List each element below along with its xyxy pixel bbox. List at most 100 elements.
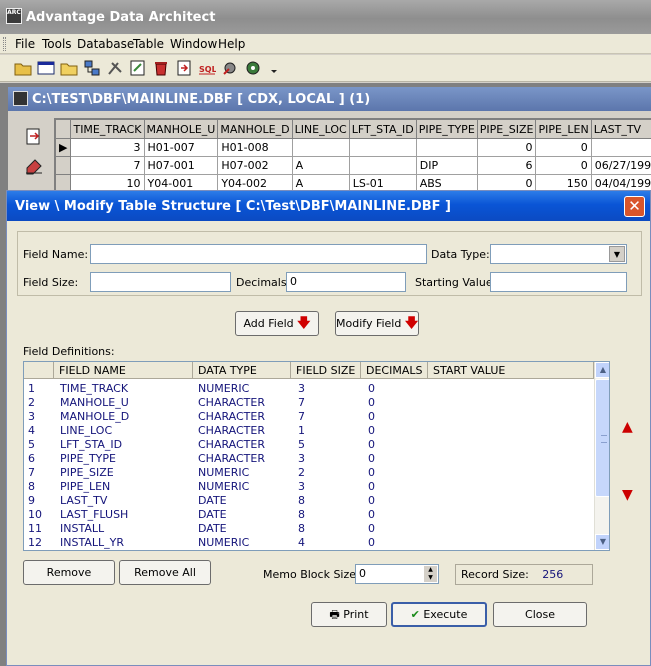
list-header-field-name[interactable]: FIELD NAME xyxy=(54,362,193,379)
import-icon[interactable] xyxy=(175,59,193,77)
grid-cell[interactable] xyxy=(291,138,350,157)
open-folder-icon[interactable] xyxy=(14,59,32,77)
memo-block-size-spinner[interactable]: 0 ▲ ▼ xyxy=(355,564,439,584)
field-name-cell: PIPE_TYPE xyxy=(60,452,116,465)
starting-value-input[interactable] xyxy=(490,272,627,292)
grid-col-header[interactable]: LAST_TV xyxy=(590,119,651,139)
grid-export-icon[interactable] xyxy=(23,126,45,148)
scroll-down-icon[interactable]: ▼ xyxy=(595,534,609,550)
field-name-input[interactable] xyxy=(90,244,427,264)
menu-database[interactable]: Database xyxy=(77,37,134,51)
menu-help[interactable]: Help xyxy=(218,37,245,51)
menu-tools[interactable]: Tools xyxy=(42,37,72,51)
field-definition-row[interactable]: 7 PIPE_SIZE NUMERIC 2 0 xyxy=(24,466,594,480)
list-header-start-value[interactable]: START VALUE xyxy=(428,362,594,379)
field-definition-row[interactable]: 10 LAST_FLUSH DATE 8 0 xyxy=(24,508,594,522)
folder-icon[interactable] xyxy=(60,59,78,77)
options-icon[interactable] xyxy=(244,59,262,77)
grid-col-header[interactable]: PIPE_TYPE xyxy=(415,119,478,139)
table-window-icon[interactable] xyxy=(37,59,55,77)
grid-row[interactable]: ▶ 3 H01-007 H01-008 0 0 xyxy=(55,138,651,157)
grid-col-header[interactable]: LFT_STA_ID xyxy=(348,119,417,139)
execute-button[interactable]: ✔ Execute xyxy=(391,602,487,627)
field-decimals-cell: 0 xyxy=(368,522,375,535)
grid-row[interactable]: 7 H07-001 H07-002 A DIP 6 0 06/27/199 xyxy=(55,156,651,175)
list-vertical-scrollbar[interactable]: ▲ ▼ xyxy=(594,362,609,550)
field-definition-row[interactable]: 6 PIPE_TYPE CHARACTER 3 0 xyxy=(24,452,594,466)
grid-cell[interactable]: 7 xyxy=(70,156,145,175)
data-type-select[interactable]: ▼ xyxy=(490,244,627,264)
menu-window[interactable]: Window xyxy=(170,37,217,51)
network-icon[interactable] xyxy=(83,59,101,77)
utility-icon[interactable] xyxy=(221,59,239,77)
field-size-input[interactable] xyxy=(90,272,231,292)
tools-icon[interactable] xyxy=(106,59,124,77)
data-grid-table: TIME_TRACK MANHOLE_U MANHOLE_D LINE_LOC … xyxy=(55,119,651,193)
remove-all-button[interactable]: Remove All xyxy=(119,560,211,585)
move-field-down-icon[interactable]: ▼ xyxy=(622,487,633,503)
field-definitions-list[interactable]: FIELD NAME DATA TYPE FIELD SIZE DECIMALS… xyxy=(23,361,610,551)
field-definition-row[interactable]: 11 INSTALL DATE 8 0 xyxy=(24,522,594,536)
move-field-up-icon[interactable]: ▲ xyxy=(622,419,633,435)
menu-file[interactable]: File xyxy=(15,37,35,51)
child-window-title: C:\TEST\DBF\MAINLINE.DBF [ CDX, LOCAL ] … xyxy=(32,92,371,107)
grid-cell[interactable]: H01-008 xyxy=(217,138,293,157)
grid-cell[interactable]: 06/27/199 xyxy=(590,156,651,175)
chevron-down-icon[interactable]: ▼ xyxy=(609,246,625,262)
grid-cell[interactable]: H07-002 xyxy=(217,156,293,175)
modify-field-label: Modify Field xyxy=(336,317,402,330)
field-no-cell: 3 xyxy=(28,410,35,423)
print-button[interactable]: 🖶 Print xyxy=(311,602,387,627)
dialog-close-icon[interactable]: ✕ xyxy=(624,196,645,217)
grid-cell[interactable] xyxy=(348,156,417,175)
list-header-data-type[interactable]: DATA TYPE xyxy=(193,362,291,379)
field-size-cell: 3 xyxy=(298,452,305,465)
field-size-cell: 3 xyxy=(298,480,305,493)
delete-icon[interactable] xyxy=(152,59,170,77)
toolbar-dropdown-icon[interactable] xyxy=(265,59,277,77)
grid-col-header[interactable]: PIPE_SIZE xyxy=(476,119,537,139)
grid-cell[interactable] xyxy=(415,138,478,157)
modify-field-button[interactable]: Modify Field 🡇 xyxy=(335,311,419,336)
grid-cell[interactable]: H01-007 xyxy=(143,138,219,157)
modify-structure-dialog: View \ Modify Table Structure [ C:\Test\… xyxy=(6,190,651,666)
field-definition-row[interactable]: 1 TIME_TRACK NUMERIC 3 0 xyxy=(24,382,594,396)
grid-cell[interactable]: 3 xyxy=(70,138,145,157)
field-definition-row[interactable]: 9 LAST_TV DATE 8 0 xyxy=(24,494,594,508)
grid-col-header[interactable]: MANHOLE_D xyxy=(217,119,293,139)
field-definition-row[interactable]: 2 MANHOLE_U CHARACTER 7 0 xyxy=(24,396,594,410)
field-definition-row[interactable]: 5 LFT_STA_ID CHARACTER 5 0 xyxy=(24,438,594,452)
grid-eraser-icon[interactable] xyxy=(23,154,45,176)
edit-document-icon[interactable] xyxy=(129,59,147,77)
sql-icon[interactable]: SQL xyxy=(198,59,216,77)
add-field-label: Add Field xyxy=(243,317,294,330)
field-definition-row[interactable]: 12 INSTALL_YR NUMERIC 4 0 xyxy=(24,536,594,550)
close-button[interactable]: Close xyxy=(493,602,587,627)
grid-cell[interactable] xyxy=(590,138,651,157)
grid-cell[interactable] xyxy=(348,138,417,157)
grid-cell[interactable]: DIP xyxy=(415,156,478,175)
grid-cell[interactable]: 0 xyxy=(535,156,592,175)
field-definition-row[interactable]: 4 LINE_LOC CHARACTER 1 0 xyxy=(24,424,594,438)
grid-cell[interactable]: 0 xyxy=(535,138,592,157)
grid-cell[interactable]: A xyxy=(291,156,350,175)
scroll-thumb[interactable] xyxy=(595,379,609,497)
field-definition-row[interactable]: 8 PIPE_LEN NUMERIC 3 0 xyxy=(24,480,594,494)
grid-col-header[interactable]: MANHOLE_U xyxy=(143,119,219,139)
decimals-input[interactable]: 0 xyxy=(286,272,406,292)
scroll-up-icon[interactable]: ▲ xyxy=(595,362,609,378)
add-field-button[interactable]: Add Field 🡇 xyxy=(235,311,319,336)
grid-cell[interactable]: 0 xyxy=(476,138,537,157)
grid-cell[interactable]: 6 xyxy=(476,156,537,175)
data-grid[interactable]: TIME_TRACK MANHOLE_U MANHOLE_D LINE_LOC … xyxy=(54,118,651,198)
spinner-arrows-icon[interactable]: ▲ ▼ xyxy=(424,566,437,582)
list-header-decimals[interactable]: DECIMALS xyxy=(361,362,428,379)
grid-cell[interactable]: H07-001 xyxy=(143,156,219,175)
field-definition-row[interactable]: 3 MANHOLE_D CHARACTER 7 0 xyxy=(24,410,594,424)
remove-button[interactable]: Remove xyxy=(23,560,115,585)
grid-col-header[interactable]: PIPE_LEN xyxy=(535,119,592,139)
grid-col-header[interactable]: TIME_TRACK xyxy=(70,119,145,139)
list-header-field-size[interactable]: FIELD SIZE xyxy=(291,362,361,379)
grid-col-header[interactable]: LINE_LOC xyxy=(291,119,350,139)
menu-table[interactable]: Table xyxy=(133,37,164,51)
